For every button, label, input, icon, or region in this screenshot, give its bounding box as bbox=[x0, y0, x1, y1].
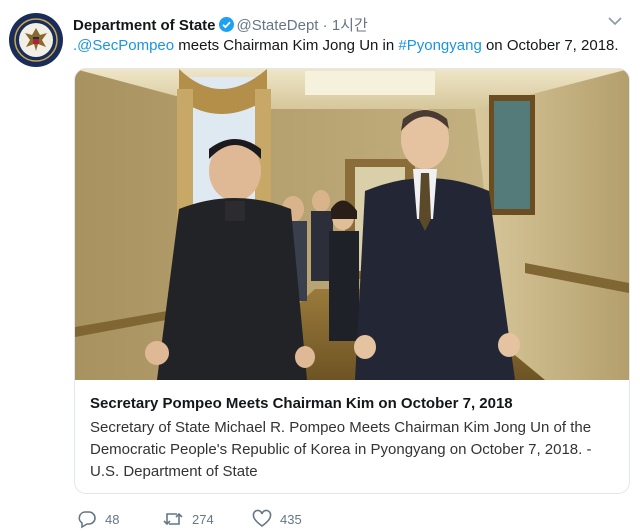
retweet-count: 274 bbox=[192, 511, 214, 527]
tweet-text-middle: meets Chairman Kim Jong Un in bbox=[174, 37, 399, 54]
state-seal-icon bbox=[10, 14, 62, 66]
tweet-text-end: on October 7, 2018. bbox=[481, 37, 619, 54]
tweet-header: Department of State @StateDept · 1시간 bbox=[73, 14, 368, 36]
tweet: Department of State @StateDept · 1시간 .@Se… bbox=[0, 0, 640, 532]
avatar[interactable] bbox=[9, 13, 63, 67]
mention-link[interactable]: .@SecPompeo bbox=[73, 37, 174, 54]
retweet-icon bbox=[163, 512, 183, 526]
card-image bbox=[75, 69, 629, 380]
reply-count: 48 bbox=[105, 511, 120, 527]
link-card[interactable]: Secretary Pompeo Meets Chairman Kim on O… bbox=[74, 68, 630, 494]
card-body: Secretary Pompeo Meets Chairman Kim on O… bbox=[90, 394, 618, 483]
author-name[interactable]: Department of State bbox=[73, 17, 216, 34]
like-count: 435 bbox=[280, 511, 302, 527]
tweet-text: .@SecPompeo meets Chairman Kim Jong Un i… bbox=[73, 37, 619, 54]
verified-badge-icon bbox=[218, 17, 234, 36]
card-description: Secretary of State Michael R. Pompeo Mee… bbox=[90, 417, 618, 483]
card-description-line: U.S. Department of State bbox=[90, 463, 258, 480]
retweet-button[interactable]: 274 bbox=[162, 509, 214, 529]
reply-icon bbox=[78, 511, 96, 529]
like-icon bbox=[252, 509, 272, 527]
card-description-line: Secretary of State Michael R. Pompeo Mee… bbox=[90, 419, 592, 436]
timestamp[interactable]: 1시간 bbox=[332, 17, 368, 34]
separator-dot: · bbox=[322, 17, 328, 34]
author-handle[interactable]: @StateDept bbox=[237, 17, 319, 34]
card-title[interactable]: Secretary Pompeo Meets Chairman Kim on O… bbox=[90, 394, 618, 413]
hashtag-link[interactable]: #Pyongyang bbox=[398, 37, 481, 54]
card-description-line: Democratic People's Republic of Korea in… bbox=[90, 441, 592, 458]
chevron-down-icon[interactable] bbox=[608, 16, 622, 26]
like-button[interactable]: 435 bbox=[252, 509, 302, 529]
reply-button[interactable]: 48 bbox=[77, 509, 119, 529]
